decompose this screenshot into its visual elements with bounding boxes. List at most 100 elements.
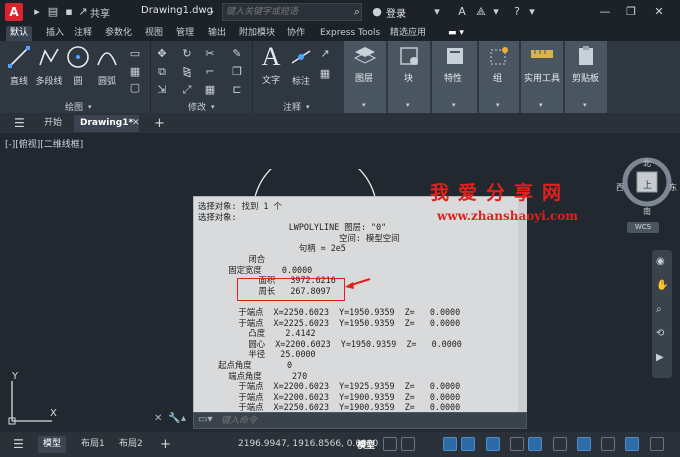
tab-layout1[interactable]: 布局1 bbox=[76, 436, 110, 453]
chevron-down-icon[interactable]: ▾ bbox=[430, 5, 444, 19]
chevron-down-icon[interactable]: ▾ bbox=[306, 103, 310, 111]
modify-panel-title[interactable]: 修改 bbox=[188, 100, 206, 113]
tab-express-tools[interactable]: Express Tools bbox=[316, 26, 384, 41]
viewcube-top-face[interactable]: 上 bbox=[643, 178, 652, 191]
chevron-down-icon[interactable]: ▾ bbox=[489, 5, 503, 19]
annotation-scale-icon[interactable] bbox=[601, 437, 615, 451]
search-icon[interactable]: ⌕ bbox=[350, 5, 364, 19]
zoom-icon[interactable]: ⌕ bbox=[656, 304, 662, 315]
tab-default[interactable]: 默认 bbox=[6, 26, 33, 41]
draw-panel-title[interactable]: 绘图 bbox=[65, 100, 83, 113]
login-button[interactable]: 登录 bbox=[386, 5, 406, 20]
tab-output[interactable]: 输出 bbox=[204, 26, 230, 41]
chevron-down-icon[interactable]: ▾ bbox=[525, 5, 539, 19]
customization-icon[interactable] bbox=[650, 437, 664, 451]
scrollbar[interactable] bbox=[518, 197, 527, 426]
full-nav-wheel-icon[interactable]: ◉ bbox=[656, 256, 665, 267]
share-button[interactable]: 共享 bbox=[90, 5, 110, 20]
chevron-down-icon[interactable]: ▾ bbox=[88, 103, 92, 111]
search-box[interactable] bbox=[222, 3, 362, 21]
wcs-dropdown[interactable]: WCS bbox=[627, 222, 659, 233]
customize-icon[interactable]: 🔧 bbox=[168, 413, 180, 424]
open-file-icon[interactable]: ▸ bbox=[30, 5, 44, 19]
search-input[interactable] bbox=[223, 4, 361, 20]
arrow-icon[interactable]: › bbox=[205, 5, 219, 19]
circle-shape[interactable] bbox=[250, 169, 380, 199]
ortho-icon[interactable] bbox=[443, 437, 457, 451]
triangle-network-icon[interactable]: ⟁ bbox=[474, 5, 488, 19]
table-icon[interactable]: ▦ bbox=[318, 67, 332, 81]
layer-panel[interactable]: 图层 ▾ bbox=[344, 41, 386, 113]
open-folder-icon[interactable]: ▤ bbox=[46, 5, 60, 19]
share-icon[interactable]: ↗ bbox=[76, 5, 90, 19]
save-icon[interactable]: ▪ bbox=[62, 5, 76, 19]
command-line[interactable]: ▭▾ bbox=[193, 412, 527, 429]
minimize-button[interactable]: — bbox=[596, 3, 614, 21]
workspace-icon[interactable] bbox=[625, 437, 639, 451]
move-icon[interactable]: ✥ bbox=[155, 47, 169, 61]
osnap-icon[interactable] bbox=[528, 437, 542, 451]
line-button[interactable]: 直线 bbox=[6, 45, 32, 87]
mirror-icon[interactable]: ⧎ bbox=[180, 65, 194, 79]
polar-icon[interactable] bbox=[461, 437, 475, 451]
new-tab-icon[interactable]: + bbox=[148, 115, 171, 132]
add-layout-icon[interactable]: + bbox=[155, 436, 176, 453]
group-panel[interactable]: 组 ▾ bbox=[479, 41, 519, 113]
navigation-bar[interactable]: ◉ ✋ ⌕ ⟲ ▶ bbox=[652, 250, 672, 378]
annotation-panel-title[interactable]: 注释 bbox=[283, 100, 301, 113]
grid-icon[interactable] bbox=[383, 437, 397, 451]
close-tab-icon[interactable]: ✕ bbox=[126, 115, 146, 132]
hatch-icon[interactable]: ▦ bbox=[128, 65, 142, 79]
erase-icon[interactable]: ✎ bbox=[230, 47, 244, 61]
help-icon[interactable]: ? bbox=[510, 5, 524, 19]
showmotion-icon[interactable]: ▶ bbox=[656, 352, 664, 363]
tab-addins[interactable]: 附加模块 bbox=[235, 26, 279, 41]
tab-parametric[interactable]: 参数化 bbox=[101, 26, 136, 41]
tab-featured-apps[interactable]: 精选应用 bbox=[386, 26, 430, 41]
block-panel[interactable]: 块 ▾ bbox=[388, 41, 430, 113]
menu-icon[interactable]: ☰ bbox=[8, 436, 29, 453]
arc-button[interactable]: 圆弧 bbox=[94, 45, 120, 87]
tab-annotate[interactable]: 注释 bbox=[70, 26, 96, 41]
command-input[interactable] bbox=[221, 414, 521, 427]
utilities-panel[interactable]: 实用工具 ▾ bbox=[521, 41, 563, 113]
orbit-icon[interactable]: ⟲ bbox=[656, 328, 664, 339]
pan-icon[interactable]: ✋ bbox=[656, 280, 668, 291]
close-cmd-icon[interactable]: ✕ bbox=[154, 413, 162, 424]
osnap-tracking-icon[interactable] bbox=[510, 437, 524, 451]
isodraft-icon[interactable] bbox=[486, 437, 500, 451]
snap-icon[interactable] bbox=[401, 437, 415, 451]
lineweight-icon[interactable] bbox=[553, 437, 567, 451]
dimension-button[interactable]: 标注 bbox=[288, 45, 314, 87]
tab-collaborate[interactable]: 协作 bbox=[283, 26, 309, 41]
tab-start[interactable]: 开始 bbox=[38, 115, 68, 132]
polyline-button[interactable]: 多段线 bbox=[34, 45, 64, 87]
clipboard-panel[interactable]: 剪贴板 ▾ bbox=[565, 41, 607, 113]
text-button[interactable]: A 文字 bbox=[258, 43, 284, 87]
tab-model[interactable]: 模型 bbox=[38, 436, 67, 453]
offset-icon[interactable]: ⊏ bbox=[230, 83, 244, 97]
restore-button[interactable]: ❐ bbox=[622, 3, 640, 21]
tab-manage[interactable]: 管理 bbox=[172, 26, 198, 41]
model-space-button[interactable]: 模型 bbox=[357, 438, 375, 451]
panel-toggle-icon[interactable]: ▬ ▾ bbox=[444, 26, 468, 41]
leader-icon[interactable]: ↗ bbox=[318, 47, 332, 61]
chevron-up-icon[interactable]: ▴ bbox=[181, 413, 186, 424]
tab-view[interactable]: 视图 bbox=[141, 26, 167, 41]
viewport-controls[interactable]: [-][俯视][二维线框] bbox=[5, 137, 83, 150]
close-button[interactable]: ✕ bbox=[650, 3, 668, 21]
chevron-down-icon[interactable]: ▾ bbox=[211, 103, 215, 111]
transparency-icon[interactable] bbox=[577, 437, 591, 451]
drawing-canvas[interactable]: [-][俯视][二维线框] 北 南 西 东 上 WCS ◉ ✋ ⌕ ⟲ ▶ Y … bbox=[0, 133, 680, 432]
scale-icon[interactable]: ⤢ bbox=[180, 83, 194, 97]
region-icon[interactable]: ▢ bbox=[128, 81, 142, 95]
fillet-icon[interactable]: ⌐ bbox=[203, 65, 217, 79]
rotate-icon[interactable]: ↻ bbox=[180, 47, 194, 61]
user-icon[interactable]: ● bbox=[370, 5, 384, 19]
tab-insert[interactable]: 插入 bbox=[42, 26, 68, 41]
explode-icon[interactable]: ❒ bbox=[230, 65, 244, 79]
autocad-logo-icon[interactable]: A bbox=[5, 3, 23, 21]
command-icon[interactable]: ▭▾ bbox=[198, 414, 212, 425]
a360-icon[interactable]: A bbox=[455, 5, 469, 19]
menu-icon[interactable]: ☰ bbox=[8, 115, 31, 132]
